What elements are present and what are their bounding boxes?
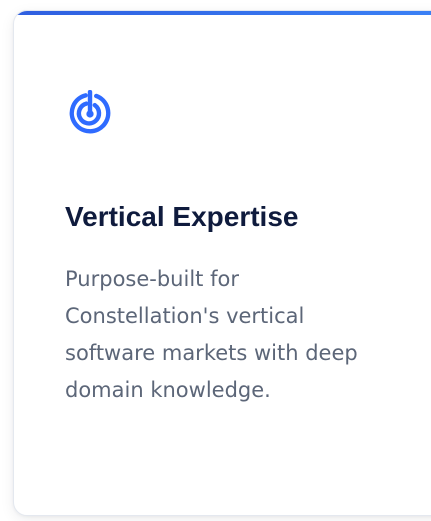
card-accent-bar bbox=[14, 11, 431, 15]
radar-target-icon bbox=[67, 90, 113, 136]
card-description: Purpose-built for Constellation's vertic… bbox=[65, 267, 358, 402]
feature-card: Vertical Expertise Purpose-built for Con… bbox=[13, 10, 431, 516]
page: Vertical Expertise Purpose-built for Con… bbox=[0, 0, 431, 521]
card-title: Vertical Expertise bbox=[65, 201, 299, 232]
